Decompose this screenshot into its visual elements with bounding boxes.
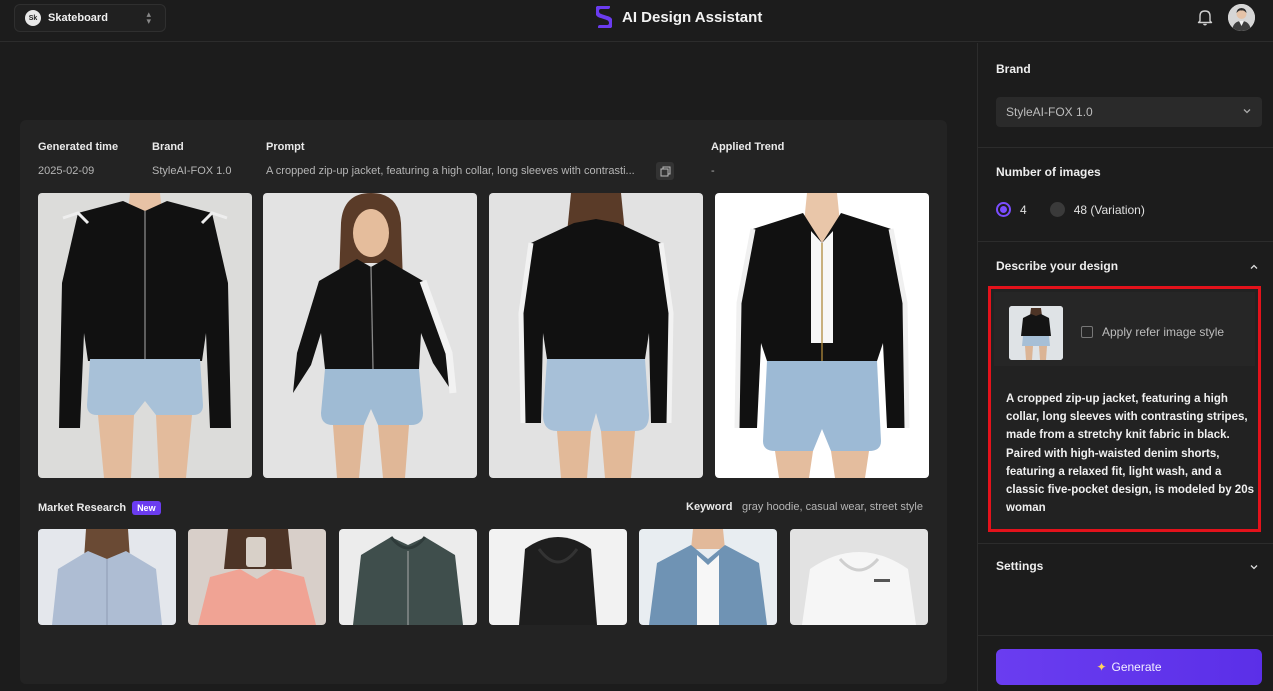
market-image-5[interactable] bbox=[639, 529, 777, 625]
market-image-4[interactable] bbox=[489, 529, 627, 625]
top-bar: Sk Skateboard ▴ ▾ AI Design Assistant bbox=[0, 0, 1273, 42]
generated-image-3[interactable] bbox=[489, 193, 703, 478]
reference-image-row: Apply refer image style bbox=[994, 292, 1255, 366]
settings-panel: Brand StyleAI-FOX 1.0 Number of images 4… bbox=[977, 43, 1273, 691]
applied-trend-header: Applied Trend bbox=[711, 141, 785, 153]
number-of-images-title: Number of images bbox=[996, 165, 1101, 179]
prompt-header: Prompt bbox=[266, 141, 305, 153]
radio-option-48-label: 48 (Variation) bbox=[1073, 202, 1145, 217]
generated-image-2[interactable] bbox=[263, 193, 477, 478]
generate-button[interactable]: ✦ Generate bbox=[996, 649, 1262, 685]
market-research-title: Market Research bbox=[38, 502, 127, 514]
divider bbox=[978, 147, 1273, 148]
brand-select[interactable]: StyleAI-FOX 1.0 bbox=[996, 97, 1262, 127]
divider bbox=[978, 635, 1273, 636]
settings-section-title: Settings bbox=[996, 559, 1044, 573]
copy-icon bbox=[660, 166, 670, 176]
radio-option-4-label: 4 bbox=[1020, 202, 1027, 217]
notification-bell-icon[interactable] bbox=[1196, 8, 1214, 26]
divider bbox=[978, 543, 1273, 544]
result-card: Generated time Brand Prompt Applied Tren… bbox=[20, 120, 947, 684]
brand-value: StyleAI-FOX 1.0 bbox=[152, 165, 232, 177]
market-image-1[interactable] bbox=[38, 529, 176, 625]
market-image-6[interactable] bbox=[790, 529, 928, 625]
apply-refer-image-checkbox[interactable] bbox=[1081, 326, 1093, 338]
chevron-down-icon bbox=[1243, 109, 1251, 114]
generated-time-header: Generated time bbox=[38, 141, 119, 153]
workspace-avatar: Sk bbox=[25, 10, 41, 26]
applied-trend-value: - bbox=[711, 165, 715, 177]
brand-select-value: StyleAI-FOX 1.0 bbox=[1006, 105, 1093, 119]
user-photo bbox=[1228, 4, 1255, 31]
chevron-down-icon[interactable] bbox=[1249, 562, 1259, 572]
radio-option-4[interactable] bbox=[996, 202, 1011, 217]
app-logo-icon bbox=[596, 6, 612, 28]
prompt-value: A cropped zip-up jacket, featuring a hig… bbox=[266, 165, 635, 177]
radio-option-48[interactable] bbox=[1049, 202, 1065, 217]
user-avatar[interactable] bbox=[1228, 4, 1255, 31]
generate-button-label: Generate bbox=[1111, 660, 1162, 674]
workspace-name: Skateboard bbox=[48, 12, 108, 24]
copy-prompt-button[interactable] bbox=[656, 162, 674, 180]
updown-caret-icon: ▴ ▾ bbox=[146, 9, 151, 26]
brand-header: Brand bbox=[152, 141, 184, 153]
market-image-2[interactable] bbox=[188, 529, 326, 625]
divider bbox=[978, 241, 1273, 242]
new-badge: New bbox=[132, 501, 161, 515]
market-research-label: Market Research New bbox=[38, 501, 161, 515]
generated-image-4[interactable] bbox=[715, 193, 929, 478]
workspace-selector[interactable]: Sk Skateboard ▴ ▾ bbox=[14, 4, 166, 32]
market-image-3[interactable] bbox=[339, 529, 477, 625]
brand-section-title: Brand bbox=[996, 62, 1031, 76]
apply-refer-image-label: Apply refer image style bbox=[1102, 325, 1225, 339]
chevron-up-icon[interactable] bbox=[1249, 262, 1259, 272]
keyword-label: Keyword bbox=[686, 501, 733, 513]
app-title-group: AI Design Assistant bbox=[596, 6, 762, 28]
generated-image-1[interactable] bbox=[38, 193, 252, 478]
sparkle-icon: ✦ bbox=[1096, 660, 1107, 674]
reference-image-thumbnail[interactable] bbox=[1009, 306, 1063, 360]
main-content: Generated time Brand Prompt Applied Tren… bbox=[0, 43, 977, 691]
app-title: AI Design Assistant bbox=[622, 8, 763, 26]
design-description-box: Apply refer image style A cropped zip-up… bbox=[988, 286, 1261, 532]
describe-design-title: Describe your design bbox=[996, 259, 1119, 273]
generated-time-value: 2025-02-09 bbox=[38, 165, 95, 177]
number-of-images-options: 4 48 (Variation) bbox=[996, 202, 1145, 217]
design-prompt-textarea[interactable]: A cropped zip-up jacket, featuring a hig… bbox=[1006, 390, 1256, 517]
keyword-value: gray hoodie, casual wear, street style bbox=[742, 501, 923, 513]
